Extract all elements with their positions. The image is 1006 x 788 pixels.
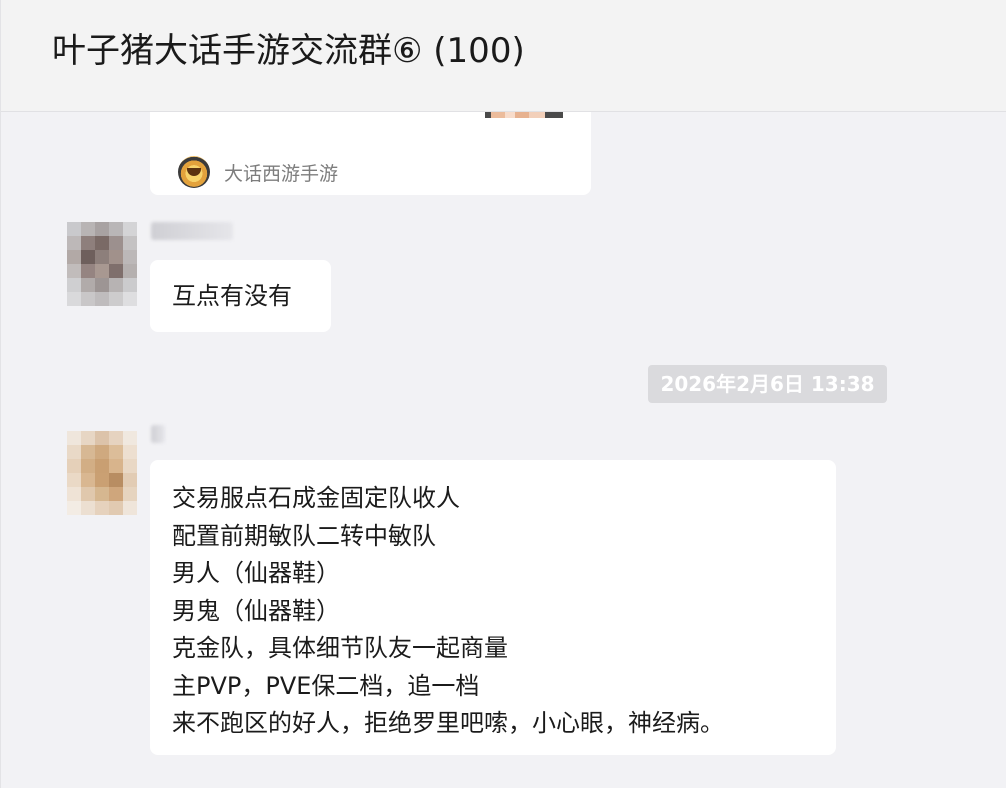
avatar-pixel bbox=[95, 278, 109, 292]
message-line: 配置前期敏队二转中敏队 bbox=[172, 521, 436, 550]
avatar-pixel bbox=[81, 445, 95, 459]
avatar-pixel bbox=[67, 292, 81, 306]
avatar-pixel bbox=[123, 473, 137, 487]
sender-name-blurred bbox=[151, 222, 233, 240]
message-bubble[interactable]: 互点有没有 bbox=[150, 260, 331, 332]
avatar[interactable] bbox=[67, 431, 137, 515]
avatar-pixel bbox=[81, 222, 95, 236]
avatar-pixel bbox=[123, 487, 137, 501]
avatar-pixel bbox=[95, 292, 109, 306]
avatar-pixel bbox=[81, 431, 95, 445]
avatar-pixel bbox=[109, 473, 123, 487]
avatar-pixel bbox=[67, 431, 81, 445]
avatar-pixel bbox=[95, 264, 109, 278]
dahua-game-icon bbox=[178, 156, 210, 188]
avatar-pixel bbox=[67, 278, 81, 292]
avatar-pixel bbox=[123, 222, 137, 236]
avatar-pixel bbox=[109, 292, 123, 306]
card-source: 大话西游手游 bbox=[178, 155, 338, 189]
avatar-pixel bbox=[109, 501, 123, 515]
avatar-pixel bbox=[81, 250, 95, 264]
avatar-pixel bbox=[67, 445, 81, 459]
avatar-pixel bbox=[81, 473, 95, 487]
avatar-pixel bbox=[109, 264, 123, 278]
avatar-pixel bbox=[109, 431, 123, 445]
avatar-pixel bbox=[109, 445, 123, 459]
avatar-pixel bbox=[123, 264, 137, 278]
avatar-pixel bbox=[67, 236, 81, 250]
avatar-pixel bbox=[95, 501, 109, 515]
avatar-pixel bbox=[67, 264, 81, 278]
avatar-pixel bbox=[95, 473, 109, 487]
message-line: 来不跑区的好人，拒绝罗里吧嗦，小心眼，神经病。 bbox=[172, 709, 724, 737]
avatar-pixel bbox=[81, 487, 95, 501]
chat-header: 叶子猪大话手游交流群⑥ (100) bbox=[1, 0, 1006, 112]
avatar-pixel bbox=[109, 278, 123, 292]
avatar-pixel bbox=[95, 236, 109, 250]
avatar-pixel bbox=[95, 487, 109, 501]
group-title[interactable]: 叶子猪大话手游交流群⑥ (100) bbox=[52, 29, 525, 73]
avatar-pixel bbox=[67, 459, 81, 473]
avatar-pixel bbox=[67, 487, 81, 501]
avatar-pixel bbox=[95, 445, 109, 459]
message-line: 男鬼（仙器鞋） bbox=[172, 596, 340, 625]
avatar-pixel bbox=[67, 250, 81, 264]
avatar-pixel bbox=[109, 222, 123, 236]
avatar-pixel bbox=[109, 459, 123, 473]
shared-link-card[interactable]: 大话西游手游 bbox=[150, 112, 591, 195]
avatar-pixel bbox=[81, 236, 95, 250]
avatar-pixel bbox=[123, 236, 137, 250]
avatar-pixel bbox=[95, 250, 109, 264]
message-list[interactable]: 大话西游手游 互点有没有 2026年2月6日 13:38 交易服点石成金固定队收… bbox=[1, 112, 1006, 788]
avatar-pixel bbox=[109, 236, 123, 250]
avatar-pixel bbox=[67, 222, 81, 236]
message-bubble[interactable]: 交易服点石成金固定队收人 配置前期敏队二转中敏队 男人（仙器鞋） 男鬼（仙器鞋）… bbox=[150, 460, 836, 755]
sender-name-blurred bbox=[151, 425, 165, 443]
avatar-pixel bbox=[123, 445, 137, 459]
avatar-pixel bbox=[123, 250, 137, 264]
avatar-pixel bbox=[81, 459, 95, 473]
message-line: 克金队，具体细节队友一起商量 bbox=[172, 634, 508, 662]
avatar-pixel bbox=[81, 278, 95, 292]
avatar-pixel bbox=[95, 459, 109, 473]
avatar-pixel bbox=[95, 222, 109, 236]
message-line: 男人（仙器鞋） bbox=[172, 559, 340, 587]
avatar-pixel bbox=[123, 278, 137, 292]
avatar-pixel bbox=[67, 473, 81, 487]
card-thumbnail bbox=[485, 112, 563, 118]
avatar-pixel bbox=[95, 431, 109, 445]
avatar-pixel bbox=[109, 250, 123, 264]
avatar-pixel bbox=[81, 292, 95, 306]
message-line: 交易服点石成金固定队收人 bbox=[172, 484, 460, 512]
avatar-pixel bbox=[123, 459, 137, 473]
avatar-pixel bbox=[67, 501, 81, 515]
message-line: 主PVP，PVE保二档，追一档 bbox=[172, 671, 480, 700]
avatar-pixel bbox=[123, 501, 137, 515]
avatar[interactable] bbox=[67, 222, 137, 306]
chat-window: 叶子猪大话手游交流群⑥ (100) 大话西游手游 互点有没有 2026年2月6日… bbox=[0, 0, 1006, 788]
timestamp: 2026年2月6日 13:38 bbox=[648, 365, 887, 403]
avatar-pixel bbox=[81, 501, 95, 515]
avatar-pixel bbox=[123, 431, 137, 445]
avatar-pixel bbox=[81, 264, 95, 278]
avatar-pixel bbox=[123, 292, 137, 306]
card-source-label: 大话西游手游 bbox=[224, 162, 339, 185]
avatar-pixel bbox=[109, 487, 123, 501]
